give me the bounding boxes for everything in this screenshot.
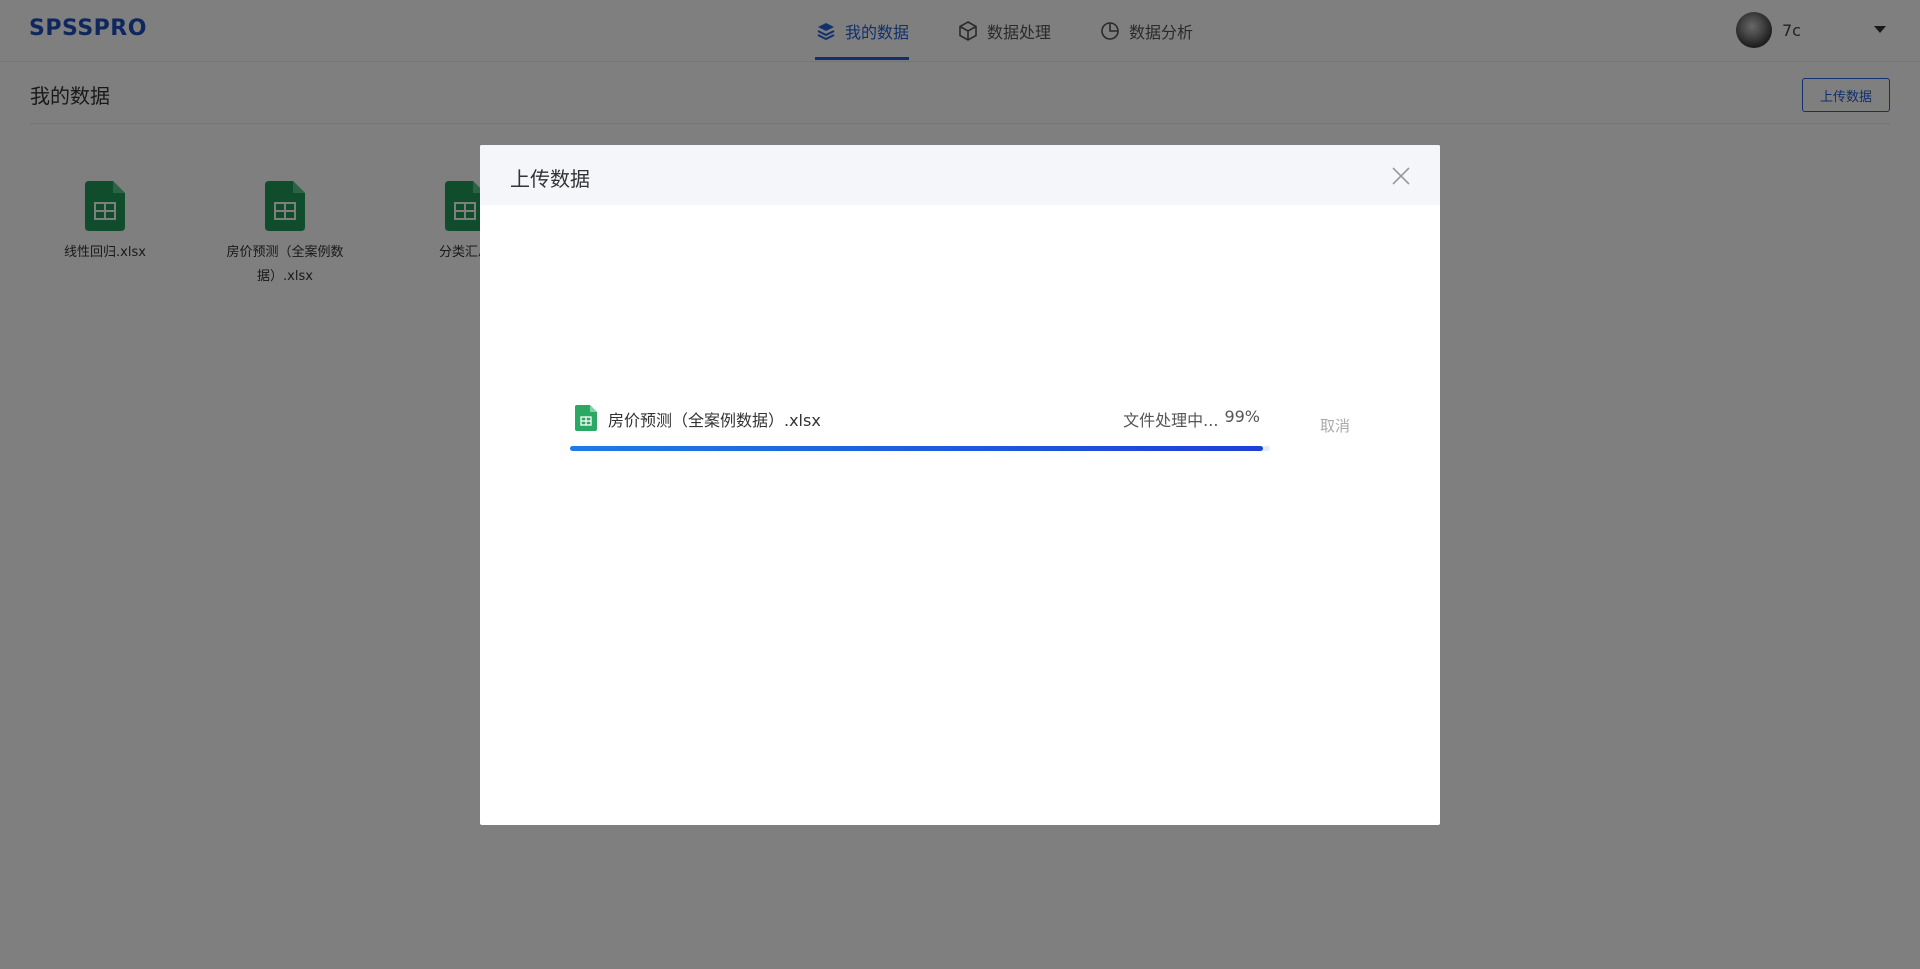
progress-fill <box>570 446 1263 451</box>
modal-title: 上传数据 <box>510 167 590 191</box>
app-root: SPSSPRO 我的数据 <box>0 0 1920 969</box>
upload-status-text: 文件处理中... <box>1123 411 1219 430</box>
upload-status: 文件处理中... 99% <box>1123 407 1260 431</box>
cancel-upload-button[interactable]: 取消 <box>1320 415 1350 436</box>
close-icon[interactable] <box>1390 165 1412 187</box>
progress-track <box>570 446 1270 451</box>
upload-modal: 上传数据 房价预测（全案例数据）.xlsx 文件处理中... 99% 取消 <box>480 145 1440 825</box>
upload-item: 房价预测（全案例数据）.xlsx 文件处理中... 99% 取消 <box>570 405 1350 455</box>
upload-file-name: 房价预测（全案例数据）.xlsx <box>608 411 821 430</box>
modal-header: 上传数据 <box>480 145 1440 205</box>
upload-percent: 99% <box>1224 407 1260 426</box>
spreadsheet-file-icon <box>575 405 597 431</box>
